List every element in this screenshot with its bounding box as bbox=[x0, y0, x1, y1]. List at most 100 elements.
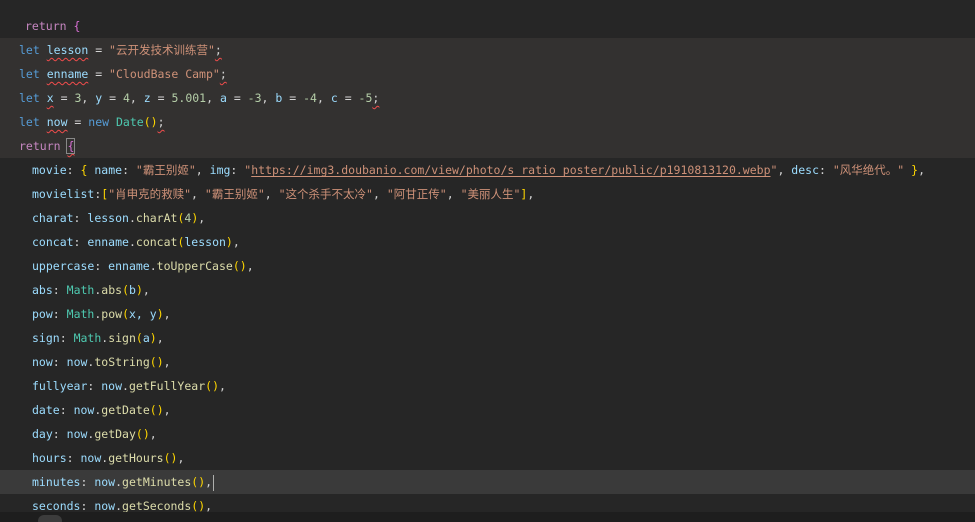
object-ref: now bbox=[66, 427, 88, 441]
method-getFullYear: getFullYear bbox=[128, 379, 206, 393]
code-line-date: date: now.getDate(), bbox=[32, 398, 171, 422]
comma: , bbox=[246, 259, 254, 273]
num-y: 4 bbox=[122, 91, 130, 105]
code-line-fullyear: fullyear: now.getFullYear(), bbox=[32, 374, 226, 398]
prop-charat: charat bbox=[32, 211, 74, 225]
prop-date: date bbox=[32, 403, 60, 417]
method-getDay: getDay bbox=[94, 427, 136, 441]
argument: lesson bbox=[184, 235, 226, 249]
var-z: z bbox=[143, 91, 151, 105]
colon: : bbox=[87, 379, 102, 393]
prop-uppercase: uppercase bbox=[32, 259, 95, 273]
paren-close: ) bbox=[212, 379, 220, 393]
comma: , bbox=[81, 91, 96, 105]
code-line-now: let now = new Date(); bbox=[19, 110, 165, 134]
comma: , bbox=[316, 91, 331, 105]
comma: , bbox=[142, 283, 150, 297]
prop-desc: desc bbox=[791, 163, 819, 177]
method-getMinutes: getMinutes bbox=[122, 475, 192, 489]
dot: . bbox=[149, 259, 157, 273]
method-sign: sign bbox=[108, 331, 136, 345]
prop-fullyear: fullyear bbox=[32, 379, 88, 393]
operator: = bbox=[337, 91, 359, 105]
comma: , bbox=[163, 355, 171, 369]
code-line-lesson: let lesson = "云开发技术训练营"; bbox=[19, 38, 222, 62]
dot: . bbox=[115, 499, 123, 513]
semicolon: ; bbox=[372, 91, 380, 105]
argument: b bbox=[129, 283, 136, 297]
prop-img: img bbox=[209, 163, 231, 177]
object-ref: now bbox=[73, 403, 95, 417]
prop-movie: movie bbox=[32, 163, 67, 177]
comma: , bbox=[129, 91, 144, 105]
colon: : bbox=[52, 283, 67, 297]
new-keyword: new bbox=[88, 115, 110, 129]
string-name: "霸王别姬" bbox=[135, 163, 196, 177]
prop-now: now bbox=[32, 355, 53, 369]
dot: . bbox=[122, 379, 129, 393]
code-editor[interactable]: return { let lesson = "云开发技术训练营"; let en… bbox=[0, 0, 975, 513]
object-ref: now bbox=[94, 475, 116, 489]
paren-open: ( bbox=[122, 307, 129, 321]
let-keyword: let bbox=[19, 91, 40, 105]
object-ref: now bbox=[101, 379, 123, 393]
code-line-uppercase: uppercase: enname.toUpperCase(), bbox=[32, 254, 254, 278]
prop-abs: abs bbox=[32, 283, 53, 297]
colon: : bbox=[52, 427, 67, 441]
semicolon: ; bbox=[219, 67, 227, 81]
paren-close: ) bbox=[156, 307, 164, 321]
paren-close: ) bbox=[156, 403, 164, 417]
object-ref: enname bbox=[87, 235, 129, 249]
code-line-now: now: now.toString(), bbox=[32, 350, 171, 374]
var-c: c bbox=[330, 91, 338, 105]
comma: , bbox=[219, 379, 226, 393]
prop-hours: hours bbox=[32, 451, 67, 465]
paren-close: ) bbox=[239, 259, 247, 273]
var-lesson: lesson bbox=[46, 43, 89, 57]
paren-close: ) bbox=[156, 355, 164, 369]
list-item: "这个杀手不太冷" bbox=[278, 187, 373, 201]
colon: : bbox=[59, 403, 74, 417]
paren-open: ( bbox=[232, 259, 240, 273]
paren-close: ) bbox=[135, 283, 143, 297]
object-ref: now bbox=[94, 499, 116, 513]
comma: , bbox=[163, 307, 171, 321]
num-z: 5.001 bbox=[171, 91, 207, 105]
var-x: x bbox=[46, 91, 54, 105]
dot: . bbox=[128, 211, 136, 225]
list-item: "霸王别姬" bbox=[204, 187, 265, 201]
code-line-pow: pow: Math.pow(x, y), bbox=[32, 302, 171, 326]
code-line-abs: abs: Math.abs(b), bbox=[32, 278, 150, 302]
code-line-movie: movie: { name: "霸王别姬", img: "https://img… bbox=[32, 163, 926, 177]
semicolon: ; bbox=[214, 43, 222, 57]
colon: : bbox=[59, 331, 74, 345]
comma: , bbox=[149, 427, 157, 441]
semicolon: ; bbox=[157, 115, 165, 129]
code-line-movielist: movielist:["肖申克的救赎", "霸王别姬", "这个杀手不太冷", … bbox=[32, 187, 535, 201]
comma: , bbox=[261, 91, 276, 105]
operator: = bbox=[88, 43, 110, 57]
method-getHours: getHours bbox=[108, 451, 164, 465]
method-pow: pow bbox=[101, 307, 123, 321]
status-pill[interactable] bbox=[38, 515, 62, 522]
prop-pow: pow bbox=[32, 307, 53, 321]
comma: , bbox=[198, 211, 206, 225]
object-ref: Math bbox=[66, 283, 95, 297]
method-concat: concat bbox=[135, 235, 178, 249]
method-getSeconds: getSeconds bbox=[122, 499, 192, 513]
parens: () bbox=[143, 115, 158, 129]
dot: . bbox=[115, 475, 123, 489]
paren-open: ( bbox=[149, 355, 157, 369]
status-bar bbox=[0, 512, 975, 522]
string-desc: "风华绝代。" bbox=[832, 163, 905, 177]
string-lesson: "云开发技术训练营" bbox=[109, 43, 215, 57]
prop-movielist: movielist bbox=[32, 187, 95, 201]
method-abs: abs bbox=[101, 283, 123, 297]
code-line-charat: charat: lesson.charAt(4), bbox=[32, 206, 205, 230]
prop-minutes: minutes bbox=[32, 475, 81, 489]
prop-concat: concat bbox=[32, 235, 74, 249]
var-now: now bbox=[46, 115, 68, 129]
image-url-link[interactable]: https://img3.doubanio.com/view/photo/s_r… bbox=[251, 163, 770, 177]
var-enname: enname bbox=[46, 67, 89, 81]
code-line-sign: sign: Math.sign(a), bbox=[32, 326, 164, 350]
